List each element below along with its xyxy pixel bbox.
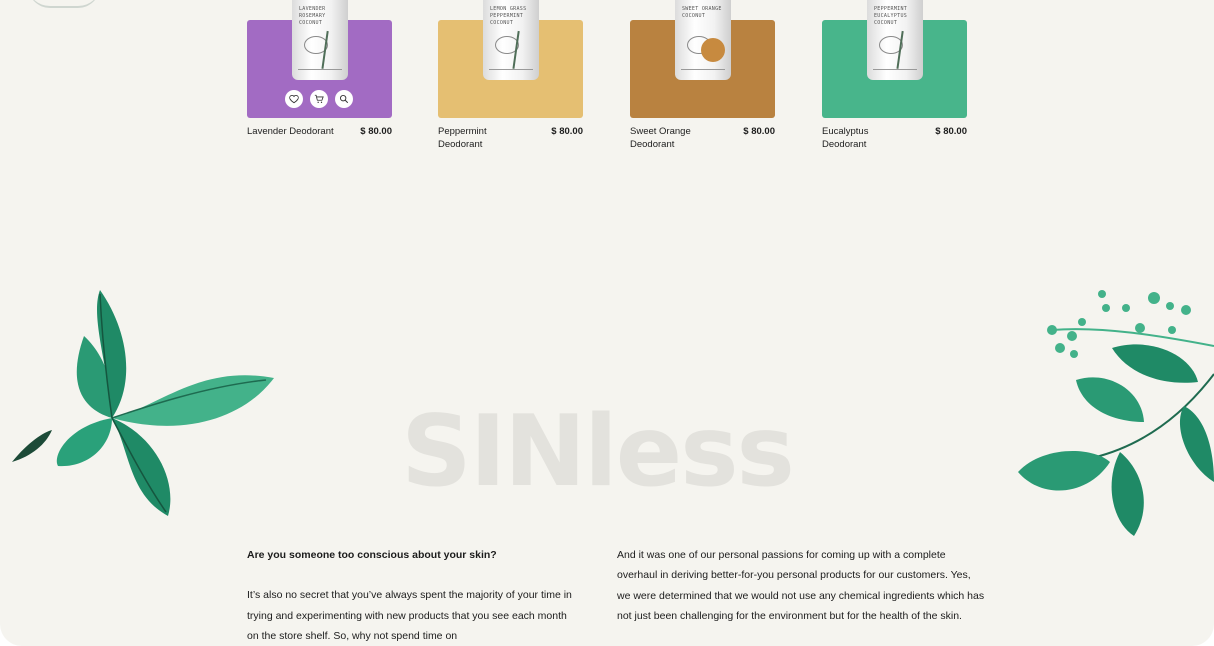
product-price: $ 80.00 [743,126,775,137]
intro-paragraph: It’s also no secret that you’ve always s… [247,589,572,642]
product-bottle-image[interactable]: SWEET ORANGE COCONUT [675,0,731,80]
product-price: $ 80.00 [935,126,967,137]
brand-wordmark: SINless [401,395,795,509]
product-name[interactable]: Eucalyptus Deodorant [822,125,912,151]
bottle-label: LAVENDER ROSEMARY COCONUT [299,6,326,26]
intro-left-column: Are you someone too conscious about your… [247,545,577,646]
bottle-label: PEPPERMINT EUCALYPTUS COCONUT [874,6,908,26]
intro-question: Are you someone too conscious about your… [247,549,497,561]
product-name[interactable]: Lavender Deodorant [247,125,337,138]
orange-illustration [701,38,725,62]
wishlist-button[interactable] [285,90,303,108]
product-bottle-image[interactable]: PEPPERMINT EUCALYPTUS COCONUT [867,0,923,80]
product-bottle-image[interactable]: LEMON GRASS PEPPERMINT COCONUT [483,0,539,80]
product-grid: LAVENDER ROSEMARY COCONUT Lavender Deodo… [247,0,967,160]
herb-illustration [896,30,920,72]
add-to-cart-button[interactable] [310,90,328,108]
herb-illustration [512,30,536,72]
product-bottle-image[interactable]: LAVENDER ROSEMARY COCONUT [292,0,348,80]
product-actions [285,90,353,108]
product-price: $ 80.00 [360,126,392,137]
bottle-label: SWEET ORANGE COCONUT [682,6,722,19]
herb-illustration [321,30,345,72]
intro-paragraph: And it was one of our personal passions … [617,549,985,622]
quick-view-button[interactable] [335,90,353,108]
bottle-label: LEMON GRASS PEPPERMINT COCONUT [490,6,527,26]
search-icon [340,95,349,104]
product-price: $ 80.00 [551,126,583,137]
cart-icon [314,94,324,103]
decorative-ornament [28,0,100,8]
page: LAVENDER ROSEMARY COCONUT Lavender Deodo… [0,0,1214,646]
intro-right-column: And it was one of our personal passions … [617,545,987,626]
product-name[interactable]: Peppermint Deodorant [438,125,528,151]
product-name[interactable]: Sweet Orange Deodorant [630,125,720,151]
heart-icon [289,95,299,104]
